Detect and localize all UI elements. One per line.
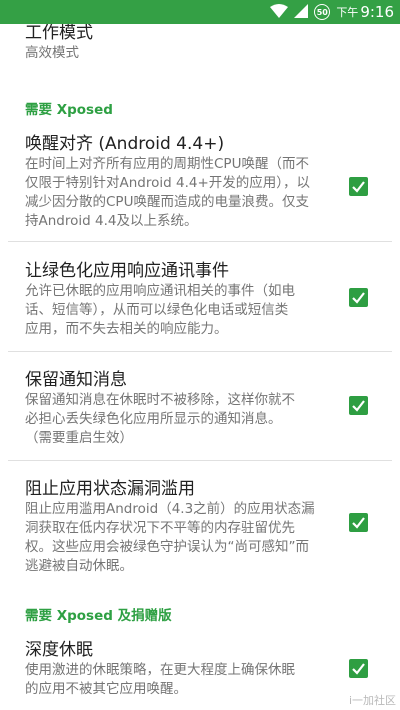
wakeup-align-checkbox[interactable] bbox=[349, 177, 368, 196]
keep-notifications-checkbox[interactable] bbox=[349, 396, 368, 415]
pref-summary-line: 权。这些应用会被绿色守护误认为“尚可感知”而 bbox=[25, 539, 309, 555]
battery-icon: 50 bbox=[314, 4, 331, 20]
divider bbox=[8, 351, 392, 352]
pref-summary-line: （需要重启生效） bbox=[25, 430, 133, 446]
pref-summary-line: 必担心丢失绿色化应用所显示的通知消息。 bbox=[25, 411, 282, 427]
pref-summary-line: 仅限于特别针对Android 4.4+开发的应用），以 bbox=[25, 175, 311, 191]
pref-summary: 高效模式 bbox=[25, 45, 79, 61]
category-xposed-donate: 需要 Xposed 及捐赠版 bbox=[25, 608, 172, 624]
divider bbox=[8, 460, 392, 461]
pref-summary-line: 减少因分散的CPU唤醒而造成的电量浪费。仅支 bbox=[25, 194, 309, 210]
pref-block-state-abuse[interactable]: 阻止应用状态漏洞滥用 阻止应用滥用Android（4.3之前）的应用状态漏 洞获… bbox=[0, 478, 400, 588]
settings-list[interactable]: 工作模式 高效模式 需要 Xposed 唤醒对齐 (Android 4.4+) … bbox=[0, 24, 400, 710]
pref-title: 保留通知消息 bbox=[25, 370, 127, 390]
status-icons: 50 下午 9:16 bbox=[264, 2, 394, 22]
pref-summary-line: 应用，而不失去相关的响应能力。 bbox=[25, 321, 228, 337]
category-xposed: 需要 Xposed bbox=[25, 102, 113, 118]
pref-summary-line: 洞获取在低内存状况下不平等的内存驻留优先 bbox=[25, 520, 295, 536]
pref-title: 深度休眠 bbox=[25, 640, 93, 660]
pref-title: 让绿色化应用响应通讯事件 bbox=[25, 261, 229, 281]
divider bbox=[8, 241, 392, 242]
time-period: 下午 bbox=[336, 6, 359, 19]
pref-wakeup-align[interactable]: 唤醒对齐 (Android 4.4+) 在时间上对齐所有应用的周期性CPU唤醒（… bbox=[0, 131, 400, 239]
pref-title: 阻止应用状态漏洞滥用 bbox=[25, 479, 195, 499]
deep-sleep-checkbox[interactable] bbox=[349, 659, 368, 678]
comm-events-checkbox[interactable] bbox=[349, 288, 368, 307]
pref-deep-sleep[interactable]: 深度休眠 使用激进的休眠策略，在更大程度上确保休眠 的应用不被其它应用唤醒。 bbox=[0, 637, 400, 707]
pref-summary-line: 在时间上对齐所有应用的周期性CPU唤醒（而不 bbox=[25, 156, 309, 172]
pref-summary-line: 话、短信等），从而可以绿色化电话或短信类 bbox=[25, 302, 289, 318]
status-bar: 50 下午 9:16 bbox=[0, 0, 400, 24]
wifi-icon bbox=[270, 3, 289, 22]
pref-work-mode[interactable]: 工作模式 高效模式 bbox=[25, 24, 93, 63]
watermark-logo: i一加社区 bbox=[348, 694, 396, 707]
clock: 9:16 bbox=[360, 3, 394, 21]
pref-title: 唤醒对齐 (Android 4.4+) bbox=[25, 134, 225, 154]
pref-keep-notifications[interactable]: 保留通知消息 保留通知消息在休眠时不被移除，这样你就不 必担心丢失绿色化应用所显… bbox=[0, 369, 400, 459]
pref-summary-line: 逃避被自动休眠。 bbox=[25, 558, 133, 574]
pref-summary-line: 的应用不被其它应用唤醒。 bbox=[25, 681, 187, 697]
pref-summary-line: 允许已休眠的应用响应通讯相关的事件（如电 bbox=[25, 283, 295, 299]
pref-comm-events[interactable]: 让绿色化应用响应通讯事件 允许已休眠的应用响应通讯相关的事件（如电 话、短信等）… bbox=[0, 260, 400, 350]
signal-icon bbox=[294, 3, 309, 22]
pref-summary-line: 保留通知消息在休眠时不被移除，这样你就不 bbox=[25, 392, 295, 408]
pref-summary-line: 持Android 4.4及以上系统。 bbox=[25, 213, 198, 229]
pref-title: 工作模式 bbox=[25, 24, 93, 43]
pref-summary-line: 使用激进的休眠策略，在更大程度上确保休眠 bbox=[25, 662, 295, 678]
pref-summary-line: 阻止应用滥用Android（4.3之前）的应用状态漏 bbox=[25, 501, 315, 517]
block-state-abuse-checkbox[interactable] bbox=[349, 513, 368, 532]
